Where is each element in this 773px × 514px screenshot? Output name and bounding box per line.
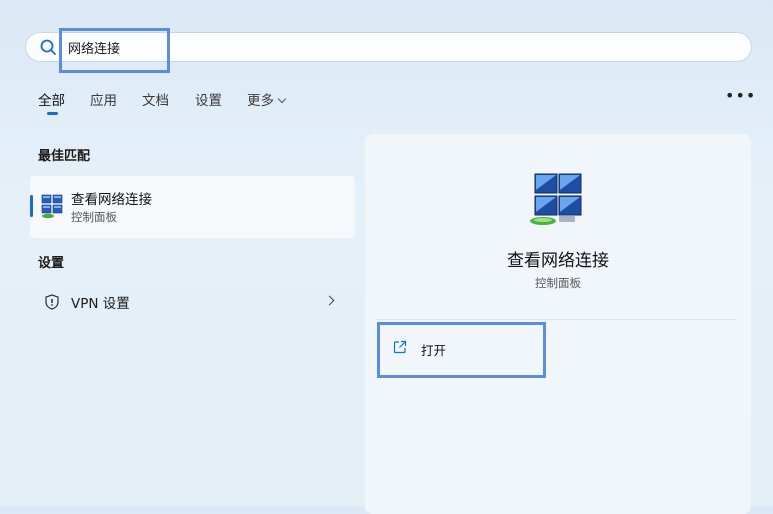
detail-subtitle: 控制面板	[535, 276, 581, 290]
tab-all[interactable]: 全部	[38, 89, 65, 109]
selection-accent	[30, 195, 33, 217]
chevron-down-icon	[277, 94, 287, 104]
tab-settings[interactable]: 设置	[195, 89, 222, 109]
best-match-title: 查看网络连接	[71, 192, 152, 208]
vpn-settings-label: VPN 设置	[71, 296, 130, 312]
divider	[377, 319, 735, 320]
tab-apps[interactable]: 应用	[90, 89, 117, 109]
open-highlight-box	[377, 322, 546, 378]
tab-more-label: 更多	[247, 93, 274, 109]
shield-icon	[45, 294, 59, 310]
tab-documents[interactable]: 文档	[142, 89, 169, 109]
search-icon	[40, 39, 56, 55]
best-match-result[interactable]: 查看网络连接 控制面板	[30, 176, 355, 238]
network-connections-large-icon	[530, 173, 582, 225]
more-options-button[interactable]: •••	[725, 86, 756, 105]
active-tab-indicator	[47, 112, 58, 115]
network-connections-icon	[41, 194, 63, 219]
best-match-subtitle: 控制面板	[71, 210, 117, 224]
best-match-heading: 最佳匹配	[38, 149, 91, 164]
tab-more[interactable]: 更多	[247, 89, 287, 109]
search-highlight-box	[59, 28, 170, 73]
detail-title: 查看网络连接	[507, 251, 609, 271]
vpn-settings-item[interactable]: VPN 设置	[30, 284, 355, 318]
settings-heading: 设置	[38, 256, 65, 271]
chevron-right-icon	[324, 295, 335, 306]
